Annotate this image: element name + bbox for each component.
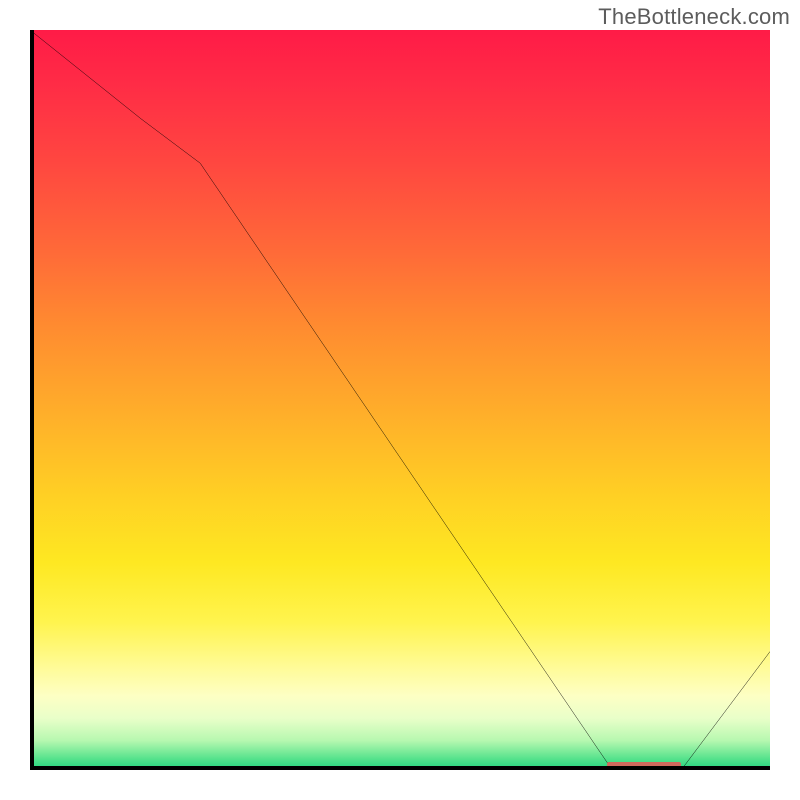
attribution-text: TheBottleneck.com	[598, 4, 790, 30]
chart-container: TheBottleneck.com	[0, 0, 800, 800]
optimum-marker	[607, 762, 681, 767]
plot-area	[30, 30, 770, 770]
bottleneck-curve	[30, 30, 770, 770]
